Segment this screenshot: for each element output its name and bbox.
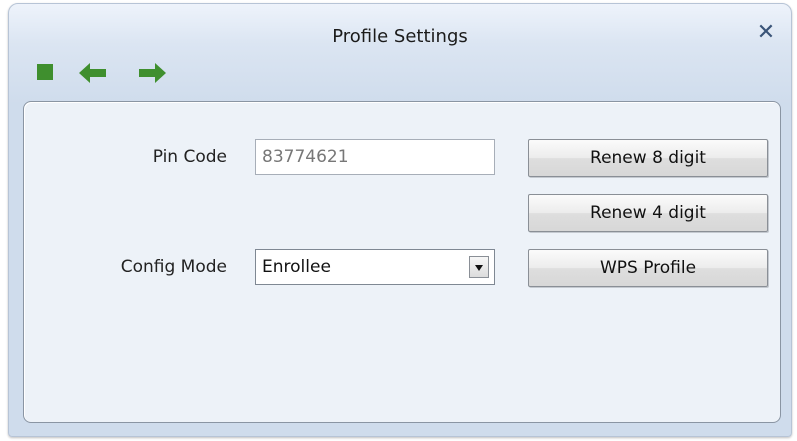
forward-arrow-icon[interactable] — [138, 63, 166, 87]
config-mode-select[interactable]: Enrollee — [255, 249, 495, 285]
pin-code-label: Pin Code — [152, 147, 227, 167]
settings-panel: Pin Code 83774621 Config Mode Enrollee R… — [23, 101, 781, 423]
pin-code-field[interactable]: 83774621 — [255, 139, 495, 175]
window-title: Profile Settings — [332, 26, 468, 47]
chevron-down-icon[interactable] — [469, 256, 489, 278]
title-bar: Profile Settings ✕ — [9, 4, 791, 64]
back-arrow-icon[interactable] — [79, 63, 107, 87]
renew-8-digit-button[interactable]: Renew 8 digit — [528, 139, 768, 177]
stop-icon[interactable] — [36, 63, 54, 85]
config-mode-label: Config Mode — [120, 257, 227, 277]
profile-settings-window: Profile Settings ✕ Pin Code 83774621 Con… — [8, 3, 792, 437]
close-icon[interactable]: ✕ — [755, 22, 777, 44]
wps-profile-button[interactable]: WPS Profile — [528, 249, 768, 287]
config-mode-value: Enrollee — [262, 257, 331, 277]
renew-4-digit-button[interactable]: Renew 4 digit — [528, 194, 768, 232]
